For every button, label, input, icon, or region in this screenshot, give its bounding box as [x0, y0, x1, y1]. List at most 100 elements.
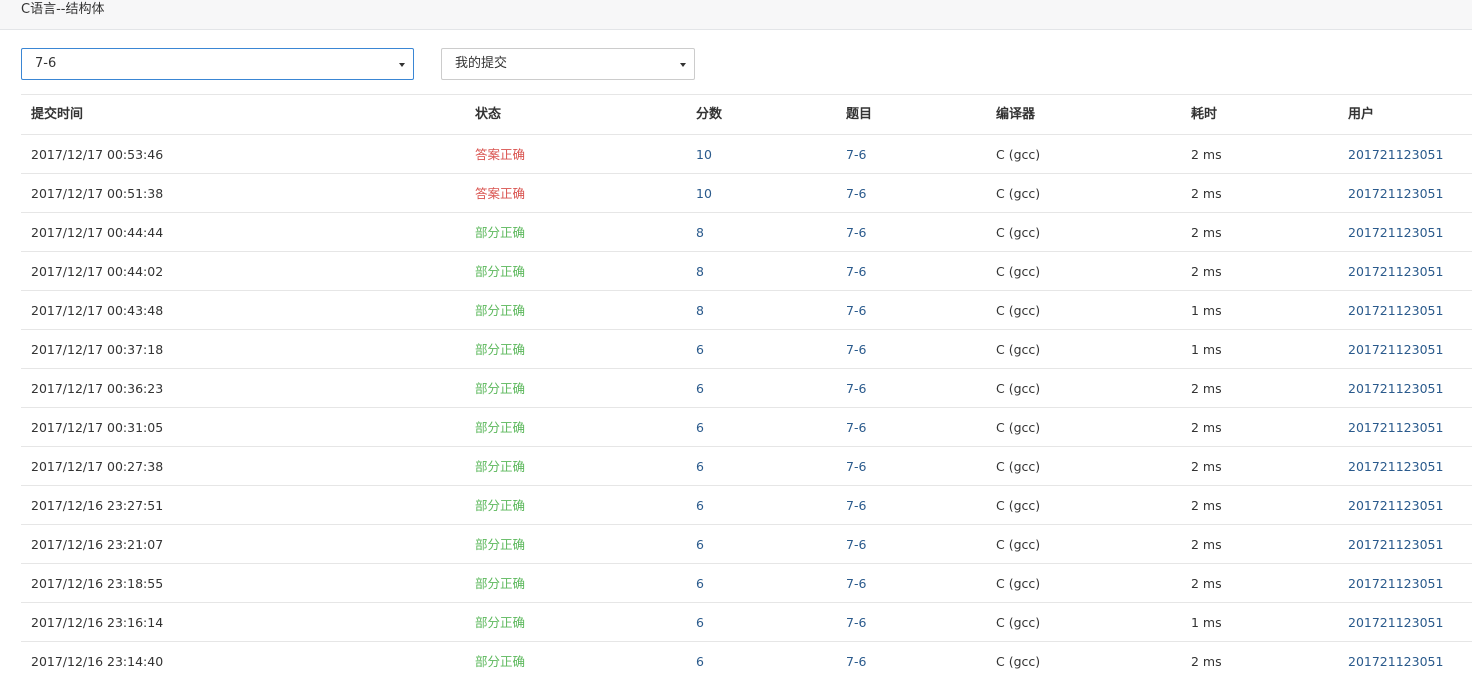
submission-scope-select[interactable]: 我的提交: [441, 48, 695, 80]
submission-time: 2017/12/17 00:44:02: [31, 264, 164, 279]
user-link[interactable]: 201721123051: [1348, 291, 1443, 330]
submission-compiler: C (gcc): [996, 381, 1041, 396]
user-link[interactable]: 201721123051: [1348, 447, 1443, 486]
table-row: 2017/12/17 00:44:44 部分正确 8 7-6 C (gcc) 2 ms 20…: [21, 212, 1472, 251]
submission-status[interactable]: 答案正确: [475, 174, 525, 213]
problem-link[interactable]: 7-6: [846, 174, 866, 213]
submission-status[interactable]: 部分正确: [475, 252, 525, 291]
user-link[interactable]: 201721123051: [1348, 174, 1443, 213]
submission-time: 2017/12/17 00:44:44: [31, 225, 164, 240]
submission-duration: 2 ms: [1191, 498, 1222, 513]
submission-time: 2017/12/16 23:14:40: [31, 654, 164, 669]
user-link[interactable]: 201721123051: [1348, 642, 1443, 676]
submission-time: 2017/12/17 00:53:46: [31, 147, 164, 162]
problem-link[interactable]: 7-6: [846, 486, 866, 525]
submission-score-link[interactable]: 6: [696, 642, 704, 676]
submission-score-link[interactable]: 8: [696, 291, 704, 330]
submission-status[interactable]: 部分正确: [475, 408, 525, 447]
submission-time: 2017/12/17 00:31:05: [31, 420, 164, 435]
submission-compiler: C (gcc): [996, 537, 1041, 552]
user-link[interactable]: 201721123051: [1348, 135, 1443, 174]
submission-duration: 2 ms: [1191, 381, 1222, 396]
user-link[interactable]: 201721123051: [1348, 564, 1443, 603]
problem-link[interactable]: 7-6: [846, 213, 866, 252]
submission-time: 2017/12/17 00:27:38: [31, 459, 164, 474]
submission-compiler: C (gcc): [996, 225, 1041, 240]
problem-link[interactable]: 7-6: [846, 642, 866, 676]
table-row: 2017/12/16 23:21:07 部分正确 6 7-6 C (gcc) 2 ms 20…: [21, 524, 1472, 563]
submission-time: 2017/12/17 00:43:48: [31, 303, 164, 318]
submission-score-link[interactable]: 8: [696, 213, 704, 252]
submission-status[interactable]: 部分正确: [475, 213, 525, 252]
table-header-row: 提交时间 状态 分数 题目 编译器 耗时 用户: [21, 94, 1472, 134]
page-header: C语言--结构体: [0, 0, 1472, 30]
submission-duration: 2 ms: [1191, 186, 1222, 201]
submission-status[interactable]: 部分正确: [475, 486, 525, 525]
submission-score-link[interactable]: 6: [696, 486, 704, 525]
submission-compiler: C (gcc): [996, 615, 1041, 630]
problem-link[interactable]: 7-6: [846, 291, 866, 330]
column-header-user: 用户: [1348, 107, 1375, 122]
user-link[interactable]: 201721123051: [1348, 525, 1443, 564]
submission-score-link[interactable]: 6: [696, 447, 704, 486]
table-row: 2017/12/17 00:31:05 部分正确 6 7-6 C (gcc) 2 ms 20…: [21, 407, 1472, 446]
submission-time: 2017/12/16 23:18:55: [31, 576, 164, 591]
submission-status[interactable]: 部分正确: [475, 447, 525, 486]
problem-link[interactable]: 7-6: [846, 408, 866, 447]
submission-status[interactable]: 部分正确: [475, 525, 525, 564]
problem-select[interactable]: 7-6: [21, 48, 414, 80]
submission-time: 2017/12/16 23:16:14: [31, 615, 164, 630]
submission-compiler: C (gcc): [996, 342, 1041, 357]
submission-status[interactable]: 部分正确: [475, 291, 525, 330]
submission-status[interactable]: 部分正确: [475, 564, 525, 603]
caret-down-icon: [680, 63, 686, 67]
user-link[interactable]: 201721123051: [1348, 213, 1443, 252]
column-header-duration: 耗时: [1191, 107, 1218, 122]
user-link[interactable]: 201721123051: [1348, 408, 1443, 447]
table-row: 2017/12/16 23:18:55 部分正确 6 7-6 C (gcc) 2 ms 20…: [21, 563, 1472, 602]
problem-link[interactable]: 7-6: [846, 525, 866, 564]
user-link[interactable]: 201721123051: [1348, 252, 1443, 291]
submission-status[interactable]: 部分正确: [475, 369, 525, 408]
problem-link[interactable]: 7-6: [846, 369, 866, 408]
table-row: 2017/12/16 23:16:14 部分正确 6 7-6 C (gcc) 1 ms 20…: [21, 602, 1472, 641]
submission-duration: 2 ms: [1191, 654, 1222, 669]
user-link[interactable]: 201721123051: [1348, 603, 1443, 642]
problem-link[interactable]: 7-6: [846, 447, 866, 486]
table-row: 2017/12/16 23:14:40 部分正确 6 7-6 C (gcc) 2 ms 20…: [21, 641, 1472, 676]
submission-compiler: C (gcc): [996, 576, 1041, 591]
submission-score-link[interactable]: 8: [696, 252, 704, 291]
submission-score-link[interactable]: 10: [696, 135, 712, 174]
submission-status[interactable]: 部分正确: [475, 642, 525, 676]
page-title: C语言--结构体: [21, 2, 105, 17]
submission-compiler: C (gcc): [996, 303, 1041, 318]
submission-duration: 1 ms: [1191, 303, 1222, 318]
submission-compiler: C (gcc): [996, 420, 1041, 435]
table-body: 2017/12/17 00:53:46 答案正确 10 7-6 C (gcc) 2 ms 2…: [21, 134, 1472, 676]
problem-link[interactable]: 7-6: [846, 603, 866, 642]
user-link[interactable]: 201721123051: [1348, 369, 1443, 408]
submission-compiler: C (gcc): [996, 498, 1041, 513]
column-header-problem: 题目: [846, 107, 873, 122]
submission-score-link[interactable]: 6: [696, 525, 704, 564]
submission-score-link[interactable]: 6: [696, 330, 704, 369]
submission-duration: 2 ms: [1191, 576, 1222, 591]
problem-link[interactable]: 7-6: [846, 252, 866, 291]
user-link[interactable]: 201721123051: [1348, 486, 1443, 525]
table-row: 2017/12/17 00:27:38 部分正确 6 7-6 C (gcc) 2 ms 20…: [21, 446, 1472, 485]
user-link[interactable]: 201721123051: [1348, 330, 1443, 369]
submission-score-link[interactable]: 6: [696, 564, 704, 603]
submission-status[interactable]: 部分正确: [475, 603, 525, 642]
problem-link[interactable]: 7-6: [846, 135, 866, 174]
submission-time: 2017/12/16 23:27:51: [31, 498, 164, 513]
submission-score-link[interactable]: 6: [696, 369, 704, 408]
submission-duration: 2 ms: [1191, 264, 1222, 279]
problem-link[interactable]: 7-6: [846, 564, 866, 603]
submission-score-link[interactable]: 6: [696, 408, 704, 447]
problem-link[interactable]: 7-6: [846, 330, 866, 369]
submission-status[interactable]: 答案正确: [475, 135, 525, 174]
submission-score-link[interactable]: 6: [696, 603, 704, 642]
submission-duration: 2 ms: [1191, 147, 1222, 162]
submission-score-link[interactable]: 10: [696, 174, 712, 213]
submission-status[interactable]: 部分正确: [475, 330, 525, 369]
